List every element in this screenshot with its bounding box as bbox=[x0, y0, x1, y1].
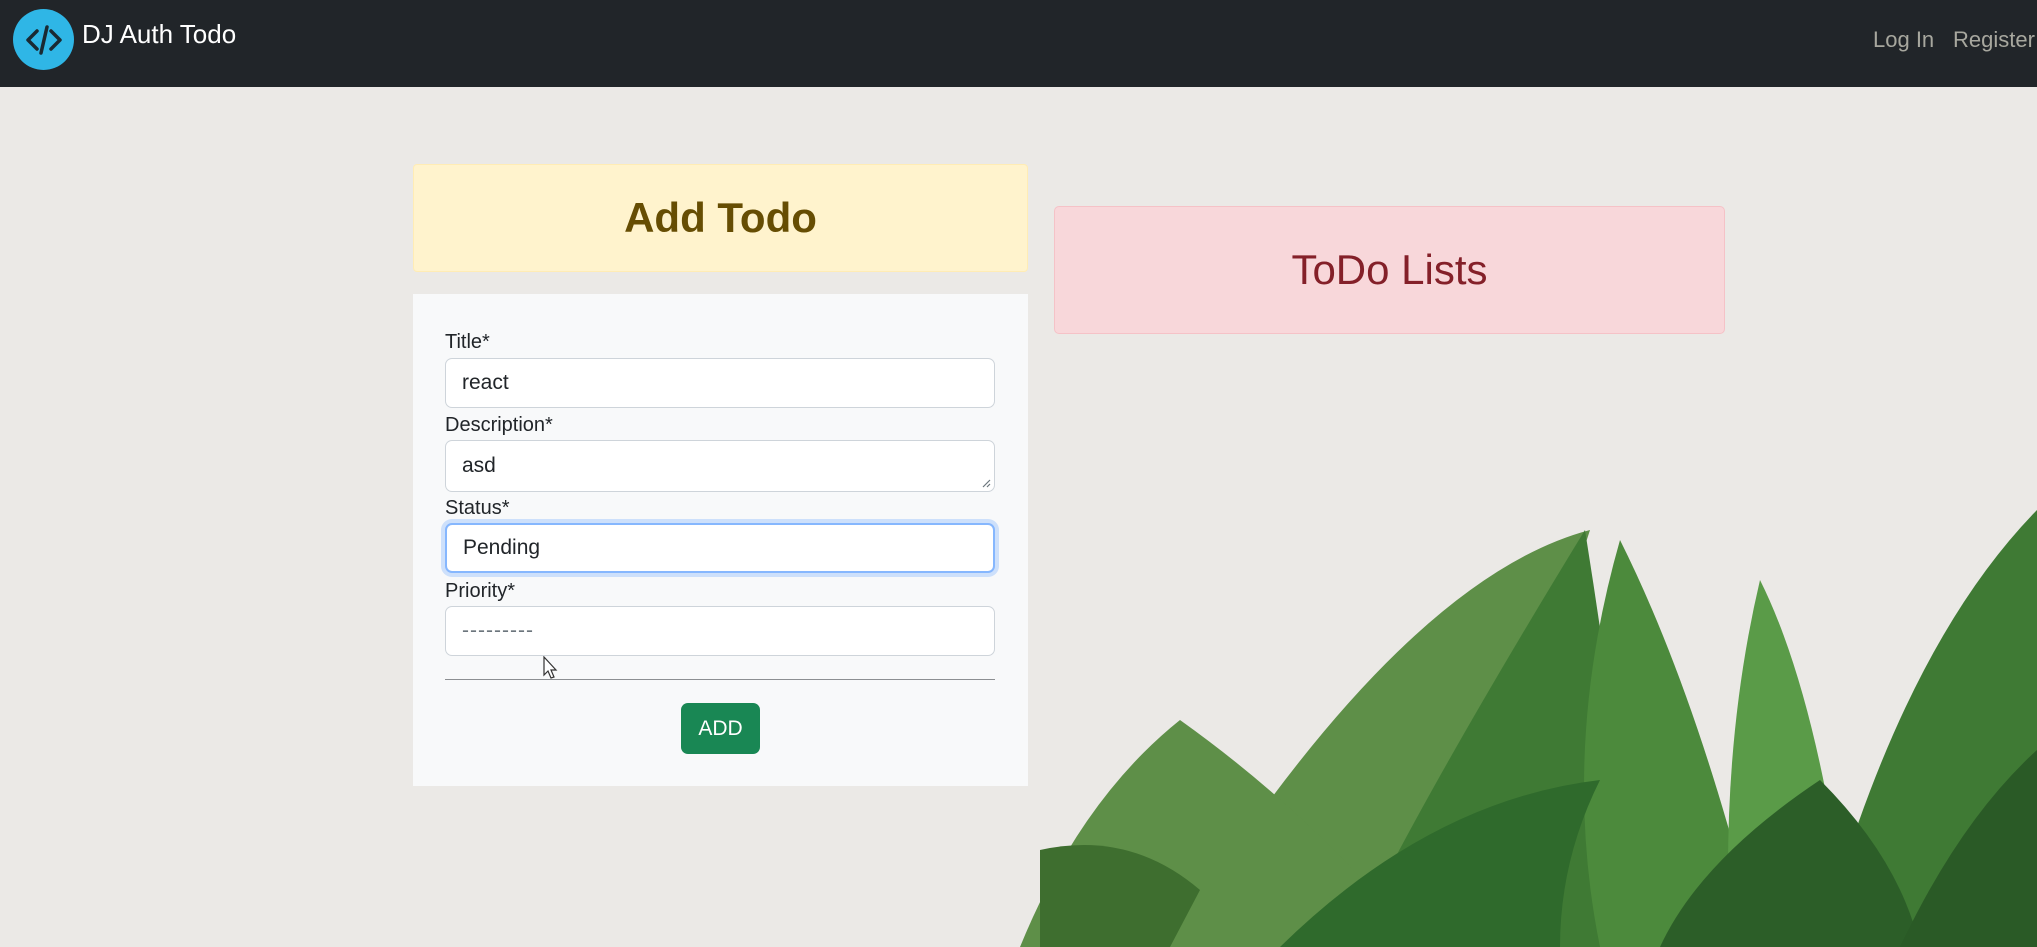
description-label: Description* bbox=[445, 414, 553, 436]
priority-select[interactable]: --------- bbox=[445, 606, 995, 656]
brand-name: DJ Auth Todo bbox=[82, 19, 237, 49]
add-todo-form: Title* react Description* asd Status* Pe… bbox=[413, 294, 1028, 786]
brand-link[interactable]: DJ Auth Todo bbox=[13, 9, 236, 70]
status-label: Status* bbox=[445, 497, 510, 519]
title-label: Title* bbox=[445, 331, 490, 353]
register-link[interactable]: Register bbox=[1953, 27, 2035, 53]
resize-handle-icon[interactable] bbox=[981, 478, 991, 488]
mouse-pointer-icon bbox=[543, 656, 558, 679]
login-link[interactable]: Log In bbox=[1873, 27, 1934, 53]
description-textarea[interactable]: asd bbox=[445, 440, 995, 492]
add-todo-header: Add Todo bbox=[413, 164, 1028, 272]
add-button[interactable]: ADD bbox=[681, 703, 760, 754]
status-input[interactable]: Pending bbox=[445, 523, 995, 573]
succulent-background-image bbox=[1020, 510, 2037, 947]
add-todo-title: Add Todo bbox=[624, 194, 817, 241]
navbar: DJ Auth Todo Log In Register bbox=[0, 0, 2037, 87]
code-icon bbox=[13, 9, 74, 70]
form-divider bbox=[445, 679, 995, 680]
title-input[interactable]: react bbox=[445, 358, 995, 408]
priority-label: Priority* bbox=[445, 580, 516, 602]
todo-lists-header: ToDo Lists bbox=[1054, 206, 1725, 334]
todo-lists-title: ToDo Lists bbox=[1291, 246, 1488, 293]
description-value: asd bbox=[462, 454, 496, 477]
